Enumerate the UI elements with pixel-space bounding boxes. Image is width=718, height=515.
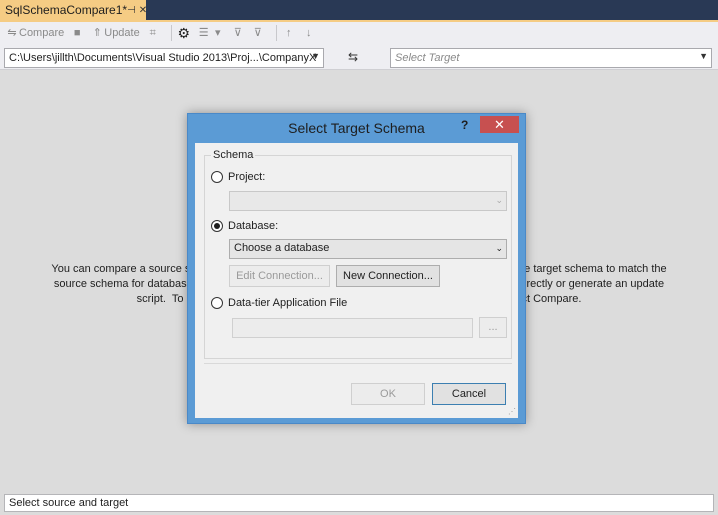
stop-button[interactable]: ■ (70, 26, 84, 40)
dialog-divider (204, 363, 512, 364)
dialog-body: Schema Project: ⌄ Database: Choose a dat… (195, 143, 518, 418)
filter-settings-icon: ⊽ (253, 27, 262, 39)
project-radio-button[interactable] (211, 171, 223, 183)
target-schema-select[interactable]: Select Target ▼ (390, 48, 712, 68)
toolbar-separator (170, 25, 172, 41)
filter-icon: ⊽ (233, 27, 242, 39)
generate-script-button[interactable]: ⌗ (146, 26, 160, 40)
status-bar: Select source and target (4, 494, 714, 512)
help-button[interactable]: ? (461, 118, 475, 132)
schema-group: Schema Project: ⌄ Database: Choose a dat… (204, 149, 512, 359)
source-schema-select[interactable]: C:\Users\jillth\Documents\Visual Studio … (4, 48, 324, 68)
database-radio-button[interactable] (211, 220, 223, 232)
resize-grip-icon[interactable]: ⋰ (508, 407, 516, 416)
dacpac-file-path-input[interactable] (232, 318, 473, 338)
dacpac-radio-label: Data-tier Application File (228, 297, 348, 309)
database-radio-label: Database: (228, 220, 279, 232)
stop-icon: ■ (73, 27, 81, 39)
dacpac-radio-button[interactable] (211, 297, 223, 309)
generate-script-icon: ⌗ (149, 27, 156, 39)
status-text: Select source and target (9, 497, 129, 509)
swap-icon: ⇆ (347, 50, 359, 64)
database-radio[interactable]: Database: (211, 220, 278, 232)
options-icon: ⚙ (177, 25, 191, 41)
chevron-down-icon: ▼ (311, 51, 320, 61)
update-button-label: Update (104, 27, 140, 39)
toolbar-separator (275, 25, 277, 41)
target-schema-placeholder: Select Target (395, 52, 460, 64)
compare-button[interactable]: ⇋ Compare (5, 26, 64, 40)
filter-button[interactable]: ⊽ (231, 26, 245, 40)
document-tab[interactable]: SqlSchemaCompare1* ⊣ ✕ (0, 0, 147, 20)
previous-change-icon: ↑ (285, 27, 292, 39)
document-tab-title: SqlSchemaCompare1* (5, 3, 128, 17)
options-button[interactable]: ⚙ (177, 26, 191, 40)
update-icon: ⇑ (92, 27, 102, 39)
chevron-down-icon: ▾ (214, 27, 221, 39)
chevron-down-icon: ⌄ (495, 243, 503, 253)
new-connection-button[interactable]: New Connection... (336, 265, 440, 287)
cancel-button[interactable]: Cancel (432, 383, 506, 405)
database-select[interactable]: Choose a database ⌄ (229, 239, 507, 259)
project-select[interactable]: ⌄ (229, 191, 507, 211)
chevron-down-icon: ⌄ (495, 195, 503, 205)
document-tab-strip: SqlSchemaCompare1* ⊣ ✕ (0, 0, 718, 22)
compare-icon: ⇋ (7, 27, 17, 39)
schema-group-label: Schema (211, 149, 256, 161)
next-change-icon: ↓ (305, 27, 312, 39)
ok-button[interactable]: OK (351, 383, 425, 405)
source-schema-value: C:\Users\jillth\Documents\Visual Studio … (9, 52, 317, 64)
close-icon[interactable]: ✕ (139, 5, 147, 16)
previous-change-button[interactable]: ↑ (282, 26, 296, 40)
project-radio-label: Project: (228, 171, 266, 183)
edit-connection-button[interactable]: Edit Connection... (229, 265, 330, 287)
source-target-bar: C:\Users\jillth\Documents\Visual Studio … (0, 44, 718, 70)
swap-source-target-button[interactable]: ⇆ (344, 50, 362, 66)
browse-button[interactable]: ... (479, 317, 507, 338)
filter-settings-button[interactable]: ⊽ (251, 26, 265, 40)
project-radio[interactable]: Project: (211, 171, 265, 183)
group-results-icon: ☰ (198, 27, 209, 39)
group-results-button[interactable]: ☰ ▾ (197, 26, 225, 40)
dialog-close-button[interactable]: ✕ (480, 116, 519, 133)
close-icon: ✕ (494, 117, 505, 132)
next-change-button[interactable]: ↓ (302, 26, 316, 40)
schema-compare-toolbar: ⇋ Compare ■ ⇑ Update ⌗ ⚙ ☰ ▾ ⊽ ⊽ ↑ ↓ (0, 22, 718, 44)
select-target-schema-dialog: Select Target Schema ? ✕ Schema Project:… (187, 113, 526, 424)
update-button[interactable]: ⇑ Update (90, 26, 140, 40)
database-select-value: Choose a database (234, 242, 330, 254)
compare-button-label: Compare (19, 27, 65, 39)
pin-icon[interactable]: ⊣ (127, 5, 136, 16)
chevron-down-icon: ▼ (699, 51, 708, 61)
dacpac-radio[interactable]: Data-tier Application File (211, 297, 347, 309)
